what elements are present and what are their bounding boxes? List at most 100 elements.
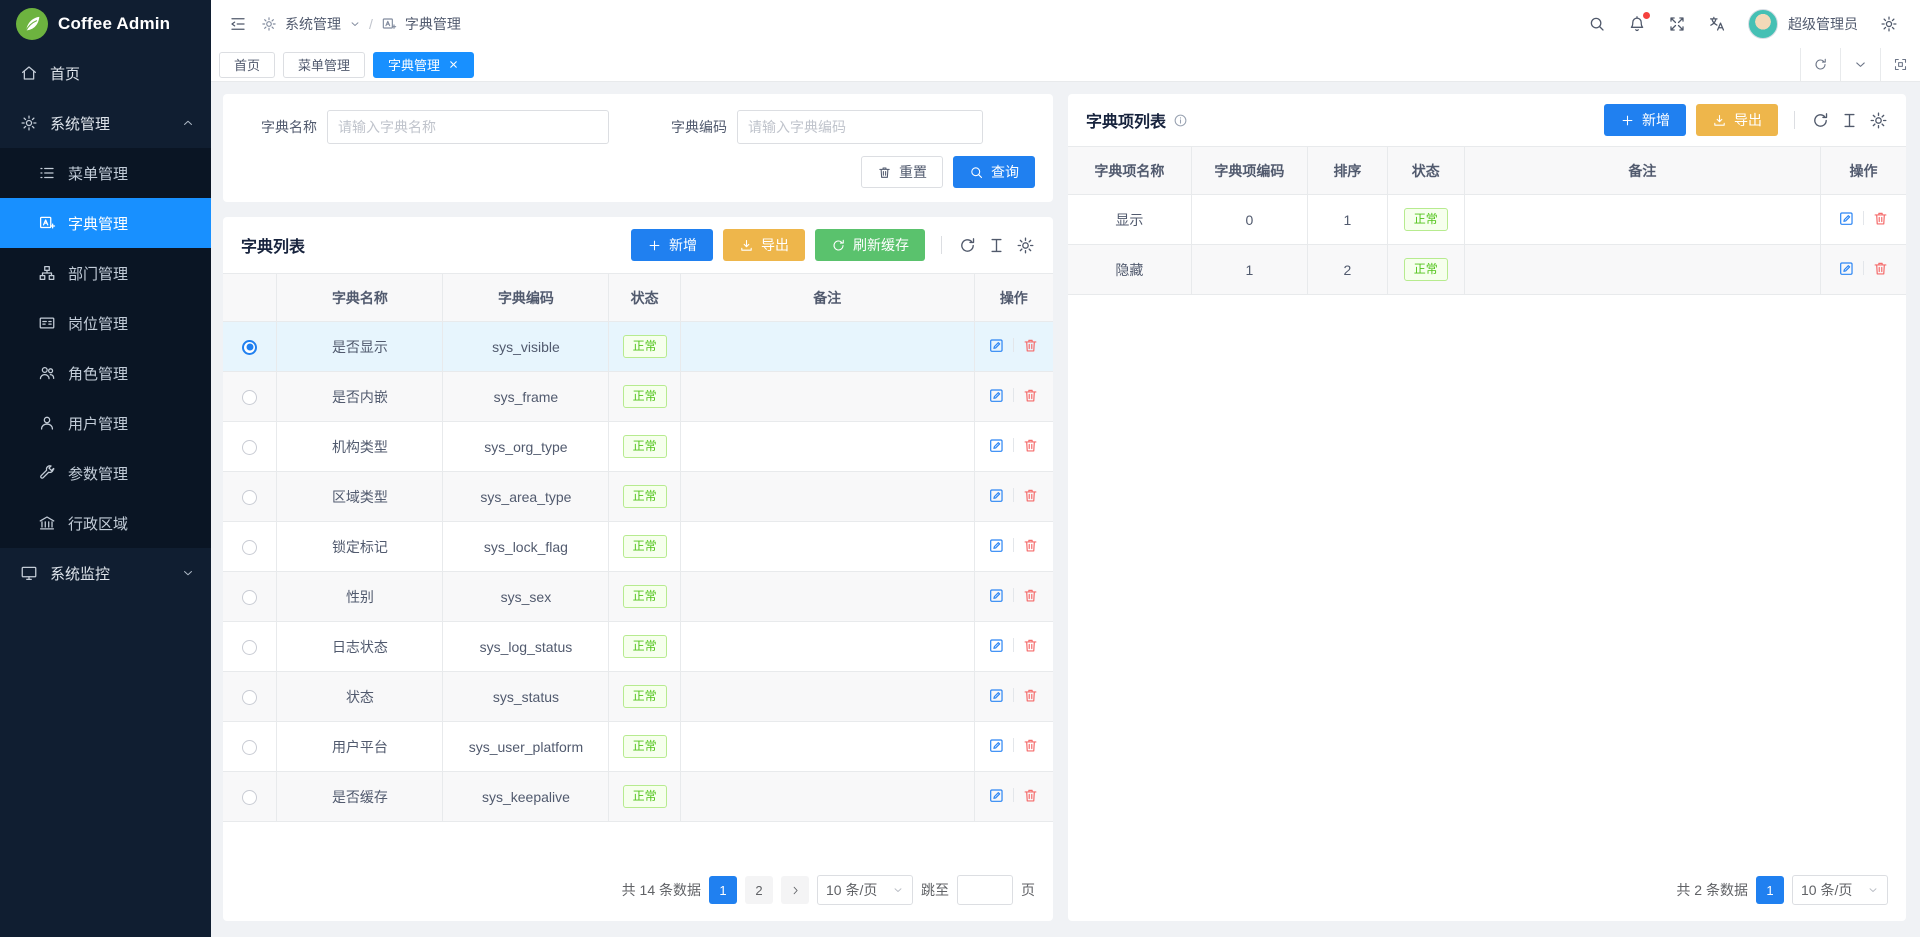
sidebar-item-monitor[interactable]: 系统监控 — [0, 548, 211, 598]
row-radio[interactable] — [242, 490, 257, 505]
dict-table-row[interactable]: 日志状态 sys_log_status 正常 — [223, 622, 1053, 672]
edit-icon[interactable] — [988, 537, 1005, 554]
settings-gear-icon[interactable] — [1880, 15, 1898, 33]
sidebar-item-dept-mgmt[interactable]: 部门管理 — [0, 248, 211, 298]
dict-item-row[interactable]: 显示 0 1 正常 — [1068, 195, 1906, 245]
sidebar-item-menu-mgmt[interactable]: 菜单管理 — [0, 148, 211, 198]
next-page-button[interactable] — [781, 876, 809, 904]
delete-trash-icon[interactable] — [1022, 437, 1039, 454]
export-dict-button[interactable]: 导出 — [723, 229, 805, 261]
delete-trash-icon[interactable] — [1022, 337, 1039, 354]
dict-table-row[interactable]: 是否显示 sys_visible 正常 — [223, 322, 1053, 372]
sidebar-item-system[interactable]: 系统管理 — [0, 98, 211, 148]
edit-icon[interactable] — [988, 437, 1005, 454]
sidebar-item-param-mgmt[interactable]: 参数管理 — [0, 448, 211, 498]
content-fullscreen-button[interactable] — [1880, 48, 1920, 81]
add-dict-button[interactable]: 新增 — [631, 229, 713, 261]
jump-page-input[interactable] — [957, 875, 1013, 905]
dict-table-row[interactable]: 区域类型 sys_area_type 正常 — [223, 472, 1053, 522]
edit-icon[interactable] — [1838, 260, 1855, 277]
dict-table-row[interactable]: 用户平台 sys_user_platform 正常 — [223, 722, 1053, 772]
row-radio[interactable] — [242, 740, 257, 755]
sidebar-item-user-mgmt[interactable]: 用户管理 — [0, 398, 211, 448]
row-radio[interactable] — [242, 640, 257, 655]
page-1-button[interactable]: 1 — [1756, 876, 1784, 904]
cell-remark — [680, 422, 974, 472]
cell-remark — [1464, 245, 1820, 295]
row-height-icon[interactable] — [1840, 111, 1859, 130]
sidebar-item-post-mgmt[interactable]: 岗位管理 — [0, 298, 211, 348]
delete-trash-icon[interactable] — [1022, 737, 1039, 754]
dict-item-row[interactable]: 隐藏 1 2 正常 — [1068, 245, 1906, 295]
delete-trash-icon[interactable] — [1872, 210, 1889, 227]
delete-trash-icon[interactable] — [1022, 387, 1039, 404]
row-radio[interactable] — [242, 340, 257, 355]
column-settings-gear-icon[interactable] — [1016, 236, 1035, 255]
dict-table-row[interactable]: 锁定标记 sys_lock_flag 正常 — [223, 522, 1053, 572]
tab-home[interactable]: 首页 — [219, 52, 275, 78]
edit-icon[interactable] — [988, 637, 1005, 654]
notification-button[interactable] — [1628, 15, 1646, 33]
export-item-button[interactable]: 导出 — [1696, 104, 1778, 136]
sidebar-item-region-mgmt[interactable]: 行政区域 — [0, 498, 211, 548]
edit-icon[interactable] — [988, 337, 1005, 354]
tab-close-icon[interactable] — [448, 59, 459, 70]
info-circle-icon[interactable] — [1173, 113, 1188, 128]
refresh-page-button[interactable] — [1800, 48, 1840, 81]
edit-icon[interactable] — [988, 387, 1005, 404]
page-1-button[interactable]: 1 — [709, 876, 737, 904]
row-radio[interactable] — [242, 390, 257, 405]
tab-menu-mgmt[interactable]: 菜单管理 — [283, 52, 365, 78]
edit-icon[interactable] — [988, 587, 1005, 604]
delete-trash-icon[interactable] — [1872, 260, 1889, 277]
dict-table-row[interactable]: 机构类型 sys_org_type 正常 — [223, 422, 1053, 472]
row-radio[interactable] — [242, 690, 257, 705]
dict-table-row[interactable]: 是否内嵌 sys_frame 正常 — [223, 372, 1053, 422]
sidebar-item-dict-mgmt[interactable]: 字典管理 — [0, 198, 211, 248]
sidebar-item-home[interactable]: 首页 — [0, 48, 211, 98]
dict-name-input[interactable] — [327, 110, 609, 144]
query-button[interactable]: 查询 — [953, 156, 1035, 188]
menu-fold-icon[interactable] — [229, 15, 247, 33]
delete-trash-icon[interactable] — [1022, 687, 1039, 704]
reset-button[interactable]: 重置 — [861, 156, 943, 188]
refresh-cache-button[interactable]: 刷新缓存 — [815, 229, 925, 261]
tab-dict-mgmt[interactable]: 字典管理 — [373, 52, 474, 78]
page-size-value: 10 条/页 — [1801, 880, 1852, 900]
delete-trash-icon[interactable] — [1022, 587, 1039, 604]
refresh-table-icon[interactable] — [1811, 111, 1830, 130]
sidebar-item-role-mgmt[interactable]: 角色管理 — [0, 348, 211, 398]
edit-icon[interactable] — [988, 487, 1005, 504]
page-2-button[interactable]: 2 — [745, 876, 773, 904]
breadcrumb-section[interactable]: 系统管理 — [285, 14, 341, 34]
edit-icon[interactable] — [988, 737, 1005, 754]
tab-options-button[interactable] — [1840, 48, 1880, 81]
delete-trash-icon[interactable] — [1022, 637, 1039, 654]
edit-icon[interactable] — [988, 787, 1005, 804]
row-radio[interactable] — [242, 790, 257, 805]
column-settings-gear-icon[interactable] — [1869, 111, 1888, 130]
username[interactable]: 超级管理员 — [1788, 14, 1858, 34]
delete-trash-icon[interactable] — [1022, 787, 1039, 804]
chevron-down-icon[interactable] — [349, 18, 361, 30]
dict-code-input[interactable] — [737, 110, 983, 144]
add-item-button[interactable]: 新增 — [1604, 104, 1686, 136]
fullscreen-expand-icon[interactable] — [1668, 15, 1686, 33]
delete-trash-icon[interactable] — [1022, 487, 1039, 504]
user-avatar[interactable] — [1748, 9, 1778, 39]
row-radio[interactable] — [242, 590, 257, 605]
edit-icon[interactable] — [1838, 210, 1855, 227]
dict-table-row[interactable]: 状态 sys_status 正常 — [223, 672, 1053, 722]
refresh-table-icon[interactable] — [958, 236, 977, 255]
page-size-select[interactable]: 10 条/页 — [817, 875, 913, 905]
search-icon[interactable] — [1588, 15, 1606, 33]
dict-table-row[interactable]: 性别 sys_sex 正常 — [223, 572, 1053, 622]
row-radio[interactable] — [242, 540, 257, 555]
dict-table-row[interactable]: 是否缓存 sys_keepalive 正常 — [223, 772, 1053, 822]
row-height-icon[interactable] — [987, 236, 1006, 255]
row-radio[interactable] — [242, 440, 257, 455]
edit-icon[interactable] — [988, 687, 1005, 704]
page-size-select[interactable]: 10 条/页 — [1792, 875, 1888, 905]
translate-icon[interactable] — [1708, 15, 1726, 33]
delete-trash-icon[interactable] — [1022, 537, 1039, 554]
